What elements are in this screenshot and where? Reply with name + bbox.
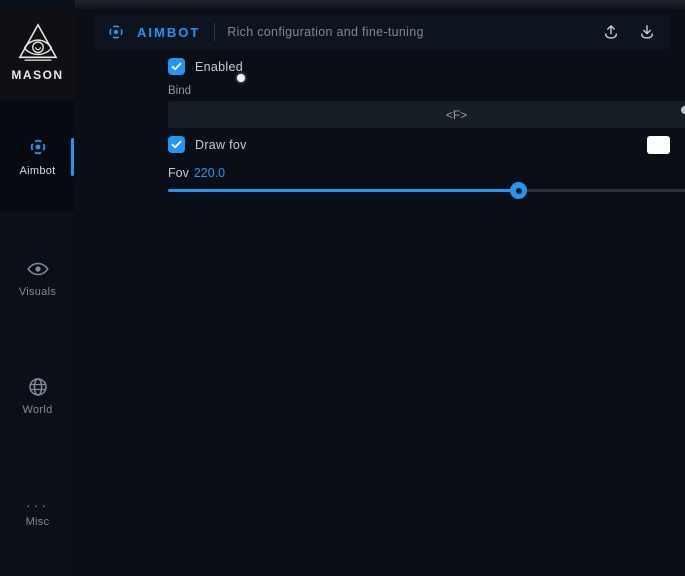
fov-color-swatch[interactable] xyxy=(647,136,670,154)
bind-label: Bind xyxy=(168,85,191,97)
crosshair-icon xyxy=(26,135,50,159)
sidebar-item-world[interactable]: World xyxy=(0,340,75,452)
app-window: MASON Aimbot Visuals xyxy=(0,0,685,576)
sidebar-item-aimbot[interactable]: Aimbot xyxy=(0,100,75,212)
checkmark-icon xyxy=(171,140,182,149)
enabled-checkbox[interactable] xyxy=(168,58,185,75)
checkmark-icon xyxy=(171,62,182,71)
globe-icon xyxy=(27,376,49,398)
header-actions xyxy=(600,21,658,43)
draw-fov-row: Draw fov xyxy=(168,136,247,153)
ellipsis-icon: ··· xyxy=(26,500,49,510)
mason-pyramid-eye-icon xyxy=(15,22,61,64)
fov-label-row: Fov 220.0 xyxy=(168,166,225,180)
sidebar-item-label: World xyxy=(22,404,52,416)
sidebar: MASON Aimbot Visuals xyxy=(0,0,75,576)
fov-slider[interactable] xyxy=(168,182,685,198)
fov-slider-thumb[interactable] xyxy=(510,182,527,199)
sidebar-item-label: Aimbot xyxy=(19,165,55,177)
section-header: AIMBOT Rich configuration and fine-tunin… xyxy=(93,14,670,50)
crosshair-icon xyxy=(105,21,127,43)
fov-slider-fill xyxy=(168,189,518,192)
section-title: AIMBOT xyxy=(137,25,200,40)
bind-indicator-dot xyxy=(681,106,685,114)
brand-name: MASON xyxy=(11,68,63,82)
sidebar-item-label: Misc xyxy=(26,516,50,528)
section-subtitle: Rich configuration and fine-tuning xyxy=(227,25,423,39)
active-tab-indicator xyxy=(71,138,74,176)
sidebar-item-label: Visuals xyxy=(19,286,56,298)
upload-config-button[interactable] xyxy=(600,21,622,43)
download-config-button[interactable] xyxy=(636,21,658,43)
draw-fov-label: Draw fov xyxy=(195,138,247,152)
brand-logo: MASON xyxy=(0,9,75,95)
fov-label: Fov xyxy=(168,166,189,180)
sidebar-item-misc[interactable]: ··· Misc xyxy=(0,458,75,570)
eye-icon xyxy=(26,258,50,280)
bind-key-input[interactable]: <F> xyxy=(168,101,685,128)
cursor-dot xyxy=(237,74,245,82)
enabled-row: Enabled xyxy=(168,58,243,75)
header-divider xyxy=(214,23,215,41)
draw-fov-checkbox[interactable] xyxy=(168,136,185,153)
enabled-label: Enabled xyxy=(195,60,243,74)
fov-value: 220.0 xyxy=(194,166,225,180)
sidebar-item-visuals[interactable]: Visuals xyxy=(0,222,75,334)
bind-key-value: <F> xyxy=(446,108,467,122)
main-panel: AIMBOT Rich configuration and fine-tunin… xyxy=(75,0,685,576)
